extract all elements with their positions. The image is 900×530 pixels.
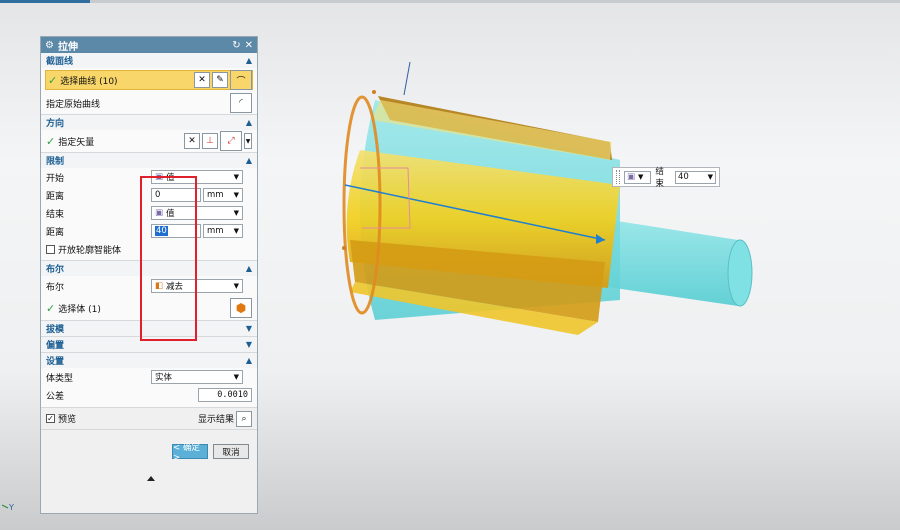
curve-icon[interactable]: ⌒	[230, 70, 252, 90]
chevron-down-icon: ▼	[245, 324, 252, 333]
section-direction: 方向 ▲ ✓ 指定矢量 ✕ ⊥ ⤢ ▼	[41, 115, 257, 153]
section-draft: 拔模 ▼	[41, 321, 257, 337]
chevron-up-icon: ▲	[245, 156, 252, 165]
checkmark-icon: ✓	[46, 134, 56, 148]
distance1-input[interactable]: 0	[151, 188, 201, 202]
specify-vector-label: 指定矢量	[58, 137, 95, 148]
boolean-dropdown[interactable]: ◧ 减去 ▼	[151, 279, 243, 293]
shaft-end-face	[727, 239, 753, 307]
triad-z	[403, 61, 411, 96]
sketch-section-icon[interactable]: ✎	[212, 72, 228, 88]
body-type-dropdown[interactable]: 实体 ▼	[151, 370, 243, 384]
vector-dropdown-icon[interactable]: ▼	[244, 133, 252, 149]
cube-icon: ▣	[155, 208, 164, 218]
gear-icon[interactable]: ⚙	[45, 40, 54, 51]
vector-row: ✓ 指定矢量 ✕ ⊥ ⤢ ▼	[41, 130, 257, 152]
origin-curve-row: 指定原始曲线 ◜	[41, 92, 257, 114]
section-header[interactable]: 截面线 ▲	[41, 53, 257, 68]
dialog-title-bar[interactable]: ⚙ 拉伸 ↻ ✕	[41, 37, 257, 53]
distance1-label: 距离	[46, 191, 65, 202]
chevron-down-icon: ▼	[245, 340, 252, 349]
popup-end-label: 结束	[655, 167, 664, 189]
section-settings: 设置 ▲ 体类型 实体 ▼ 公差 0.0010	[41, 353, 257, 408]
chevron-up-icon: ▲	[245, 118, 252, 127]
unit1-dropdown[interactable]: mm ▼	[203, 188, 243, 202]
open-profile-checkbox[interactable]	[46, 244, 55, 254]
boolean-header[interactable]: 布尔 ▲	[41, 261, 257, 276]
start-dropdown[interactable]: ▣ 值 ▼	[151, 170, 243, 184]
body-type-label: 体类型	[46, 373, 74, 384]
subtract-icon: ◧	[155, 281, 164, 291]
open-profile-label: 开放轮廓智能体	[58, 245, 122, 256]
preview-label: 预览	[58, 415, 77, 425]
handle-point[interactable]	[372, 90, 376, 94]
chevron-up-icon: ▲	[245, 264, 252, 273]
popup-type-dropdown[interactable]: ▣ ▼	[623, 170, 652, 184]
preview-row: ✓ 预览 显示结果 ⌕	[41, 408, 257, 430]
end-dropdown[interactable]: ▣ 值 ▼	[151, 206, 243, 220]
distance1-row: 距离 0 mm ▼	[41, 186, 257, 204]
section-boolean: 布尔 ▲ 布尔 ◧ 减去 ▼ ✓ 选择体 (1) ⬢	[41, 261, 257, 321]
start-row: 开始 ▣ 值 ▼	[41, 168, 257, 186]
collapse-arrow-icon[interactable]	[147, 476, 155, 481]
dialog-title: 拉伸	[57, 41, 78, 53]
handle-point-2[interactable]	[342, 246, 346, 250]
checkmark-icon: ✓	[46, 301, 56, 315]
boolean-row: 布尔 ◧ 减去 ▼	[41, 276, 257, 296]
vector-dialog-icon[interactable]: ⊥	[202, 133, 218, 149]
limits-header[interactable]: 限制 ▲	[41, 153, 257, 168]
end-distance-popup[interactable]: ▣ ▼ 结束 40 ▼	[612, 167, 720, 189]
start-label: 开始	[46, 173, 65, 184]
deselect-icon[interactable]: ✕	[194, 72, 210, 88]
end-row: 结束 ▣ 值 ▼	[41, 204, 257, 222]
button-bar: < 确定 > 取消	[41, 443, 257, 463]
popup-grip[interactable]	[616, 170, 620, 184]
boolean-label: 布尔	[46, 282, 65, 293]
direction-header[interactable]: 方向 ▲	[41, 115, 257, 130]
open-profile-row[interactable]: 开放轮廓智能体	[41, 240, 257, 258]
collapse-area	[41, 430, 257, 444]
ok-button[interactable]: < 确定 >	[172, 443, 208, 463]
axis-x	[1, 504, 9, 509]
extrude-dialog: ⚙ 拉伸 ↻ ✕ 截面线 ▲ ✓ 选择曲线 (10) ✕ ✎ ⌒ 指定原始曲线 ◜…	[40, 36, 258, 514]
section-curve: 截面线 ▲ ✓ 选择曲线 (10) ✕ ✎ ⌒ 指定原始曲线 ◜	[41, 53, 257, 115]
cube-icon: ▣	[155, 172, 164, 182]
reverse-direction-icon[interactable]: ✕	[184, 133, 200, 149]
checkmark-icon: ✓	[48, 73, 58, 87]
distance2-input[interactable]: 40	[151, 224, 201, 238]
origin-curve-icon[interactable]: ◜	[230, 93, 252, 113]
select-curve-label: 选择曲线 (10)	[60, 76, 118, 87]
cancel-button[interactable]: 取消	[213, 444, 249, 459]
select-body-label: 选择体 (1)	[58, 304, 101, 315]
vector-type-icon[interactable]: ⤢	[220, 131, 242, 151]
show-result-label: 显示结果	[197, 415, 234, 425]
tolerance-row: 公差 0.0010	[41, 386, 257, 404]
distance2-row: 距离 40 mm ▼	[41, 222, 257, 240]
chevron-up-icon: ▲	[245, 56, 252, 65]
magnifier-icon[interactable]: ⌕	[236, 410, 252, 427]
offset-header[interactable]: 偏置 ▼	[41, 337, 257, 352]
unit2-dropdown[interactable]: mm ▼	[203, 224, 243, 238]
tolerance-input[interactable]: 0.0010	[198, 388, 252, 402]
axis-y-label: Y	[9, 503, 14, 512]
body-icon[interactable]: ⬢	[230, 298, 252, 318]
select-curve-row[interactable]: ✓ 选择曲线 (10) ✕ ✎ ⌒	[45, 70, 253, 90]
body-type-row: 体类型 实体 ▼	[41, 368, 257, 386]
settings-header[interactable]: 设置 ▲	[41, 353, 257, 368]
chevron-up-icon: ▲	[245, 356, 252, 365]
section-offset: 偏置 ▼	[41, 337, 257, 353]
cube-icon: ▣	[626, 172, 635, 182]
draft-header[interactable]: 拔模 ▼	[41, 321, 257, 336]
origin-curve-label: 指定原始曲线	[46, 99, 101, 110]
section-limits: 限制 ▲ 开始 ▣ 值 ▼ 距离 0 mm ▼ 结束 ▣ 值 ▼ 距离 40 mm ▼ 开放轮…	[41, 153, 257, 261]
end-label: 结束	[46, 209, 65, 220]
reset-icon[interactable]: ↻	[232, 40, 240, 51]
preview-checkbox[interactable]: ✓	[46, 414, 55, 423]
tolerance-label: 公差	[46, 391, 65, 402]
close-icon[interactable]: ✕	[245, 40, 253, 51]
select-body-row[interactable]: ✓ 选择体 (1) ⬢	[41, 296, 257, 320]
popup-end-value[interactable]: 40 ▼	[674, 170, 716, 184]
distance2-label: 距离	[46, 227, 65, 238]
